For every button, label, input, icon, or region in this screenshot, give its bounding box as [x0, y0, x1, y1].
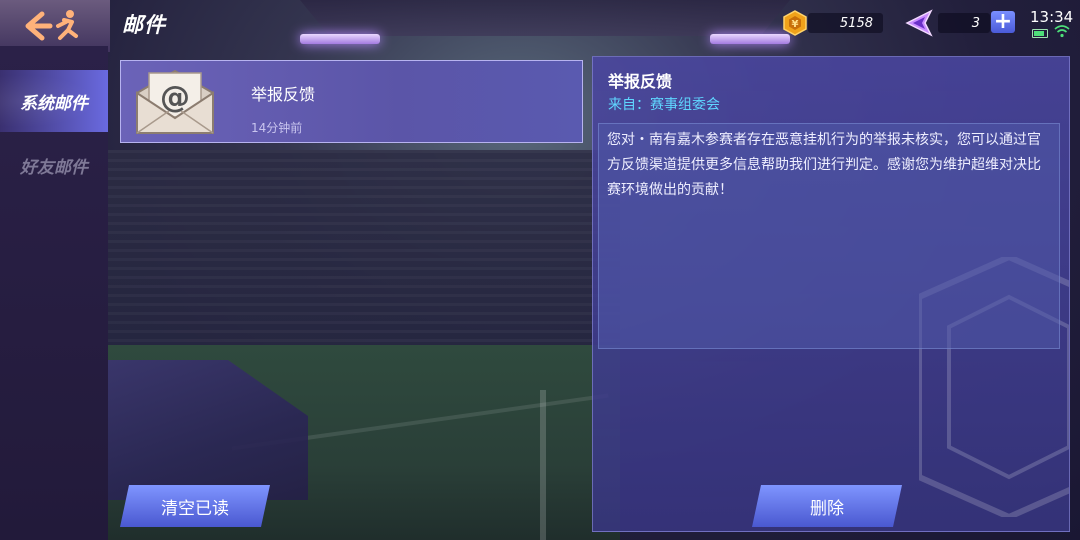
- sidebar-item-label: 好友邮件: [20, 157, 88, 178]
- mail-detail-panel: 举报反馈 来自：赛事组委会 您对・南有嘉木参赛者存在恶意挂机行为的举报未核实，您…: [592, 56, 1070, 532]
- top-bar: 邮件 ¥ 5158 3 + 13:34: [0, 0, 1080, 52]
- delete-button[interactable]: 删除: [752, 485, 902, 527]
- mail-list-item[interactable]: @ 举报反馈 14分钟前: [120, 60, 583, 143]
- svg-text:@: @: [160, 80, 190, 115]
- mail-envelope-icon: @: [136, 69, 214, 134]
- gem-counter: 3: [938, 13, 990, 33]
- light-bar: [300, 34, 380, 44]
- coin-amount: 5158: [808, 13, 883, 33]
- svg-text:¥: ¥: [792, 19, 799, 30]
- back-runner-icon: [25, 10, 78, 41]
- sidebar-item-friend-mail[interactable]: 好友邮件: [0, 134, 108, 196]
- coin-counter: 5158: [808, 13, 883, 33]
- sidebar-item-label: 系统邮件: [20, 93, 88, 114]
- background-stands: [100, 150, 620, 370]
- light-bar: [710, 34, 790, 44]
- mail-item-time: 14分钟前: [251, 121, 303, 135]
- roof-decoration: [300, 0, 790, 36]
- gem-icon: [905, 9, 933, 37]
- mail-item-title: 举报反馈: [251, 85, 316, 104]
- battery-icon: [1032, 29, 1048, 38]
- background-field-line: [540, 390, 546, 540]
- mail-category-sidebar: 系统邮件 好友邮件: [0, 46, 108, 540]
- gem-amount: 3: [938, 13, 990, 33]
- stadium-roof-lights: [300, 0, 790, 46]
- sidebar-item-system-mail[interactable]: 系统邮件: [0, 70, 108, 132]
- clear-read-button[interactable]: 清空已读: [120, 485, 270, 527]
- mail-detail-title: 举报反馈: [608, 72, 673, 91]
- add-gems-button[interactable]: +: [991, 11, 1015, 33]
- page-title: 邮件: [122, 13, 166, 37]
- mail-detail-sender: 来自：赛事组委会: [608, 97, 720, 113]
- coin-icon: ¥: [783, 10, 807, 36]
- wifi-icon: [1054, 25, 1070, 38]
- back-button[interactable]: [0, 0, 110, 52]
- mail-detail-body: 您对・南有嘉木参赛者存在恶意挂机行为的举报未核实，您可以通过官方反馈渠道提供更多…: [598, 123, 1060, 349]
